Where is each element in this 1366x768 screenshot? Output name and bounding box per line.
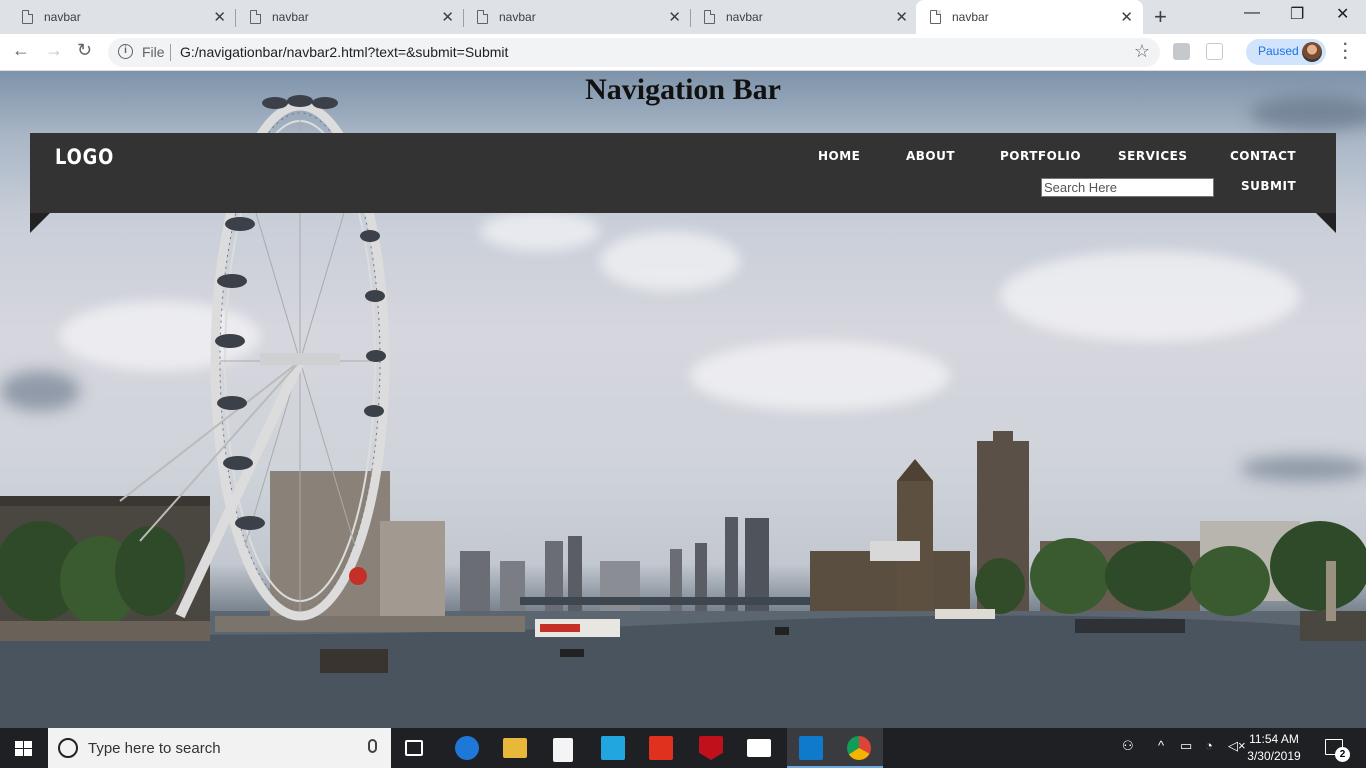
document-icon bbox=[704, 10, 715, 24]
browser-tab-strip: navbar ✕ navbar ✕ navbar ✕ navbar ✕ navb… bbox=[0, 0, 1366, 34]
task-view-icon[interactable] bbox=[405, 740, 423, 756]
info-icon[interactable]: i bbox=[118, 44, 133, 59]
omnibox-divider bbox=[170, 44, 171, 61]
wifi-icon[interactable]: ◔ bbox=[1205, 738, 1213, 753]
file-explorer-icon[interactable] bbox=[503, 738, 527, 758]
tab-title: navbar bbox=[726, 10, 763, 24]
url-text[interactable]: G:/navigationbar/navbar2.html?text=&subm… bbox=[180, 44, 508, 60]
speaker-muted-icon[interactable]: ◁× bbox=[1228, 738, 1246, 754]
navbar: LOGO HOME ABOUT PORTFOLIO SERVICES CONTA… bbox=[30, 133, 1336, 213]
people-icon[interactable]: ⚇ bbox=[1122, 738, 1134, 754]
reload-button[interactable]: ↻ bbox=[77, 40, 92, 61]
document-icon bbox=[250, 10, 261, 24]
tab-title: navbar bbox=[44, 10, 81, 24]
app-red-icon[interactable] bbox=[649, 736, 673, 760]
nav-link-about[interactable]: ABOUT bbox=[906, 149, 955, 163]
browser-tab[interactable]: navbar ✕ bbox=[682, 0, 918, 34]
scheme-label: File bbox=[142, 44, 165, 60]
chrome-icon[interactable] bbox=[847, 736, 871, 760]
close-window-button[interactable]: ✕ bbox=[1336, 4, 1349, 24]
restore-button[interactable]: ❐ bbox=[1290, 4, 1304, 24]
edge-browser-icon[interactable] bbox=[455, 736, 479, 760]
search-input[interactable] bbox=[1041, 178, 1214, 197]
store-icon[interactable] bbox=[553, 738, 573, 762]
nav-link-home[interactable]: HOME bbox=[818, 149, 860, 163]
tab-title: navbar bbox=[499, 10, 536, 24]
chevron-up-icon[interactable]: ^ bbox=[1158, 738, 1164, 753]
mcafee-icon[interactable] bbox=[699, 736, 723, 760]
kebab-menu-icon[interactable]: · · · bbox=[1343, 37, 1348, 67]
tab-close-icon[interactable]: ✕ bbox=[1120, 8, 1133, 26]
nav-link-portfolio[interactable]: PORTFOLIO bbox=[1000, 149, 1081, 163]
mail-icon[interactable] bbox=[747, 739, 771, 757]
submit-button[interactable]: SUBMIT bbox=[1241, 179, 1296, 193]
profile-button[interactable]: Paused bbox=[1246, 39, 1326, 65]
logo[interactable]: LOGO bbox=[55, 145, 114, 169]
tab-close-icon[interactable]: ✕ bbox=[213, 8, 226, 26]
nav-link-services[interactable]: SERVICES bbox=[1118, 149, 1187, 163]
tab-close-icon[interactable]: ✕ bbox=[668, 8, 681, 26]
back-button[interactable]: ← bbox=[12, 40, 30, 61]
extension-icon[interactable] bbox=[1173, 43, 1190, 60]
navbar-ribbon-fold-right bbox=[1316, 213, 1336, 233]
navbar-ribbon-fold-left bbox=[30, 213, 50, 233]
browser-tab[interactable]: navbar ✕ bbox=[228, 0, 464, 34]
tab-close-icon[interactable]: ✕ bbox=[895, 8, 908, 26]
windows-start-icon[interactable] bbox=[15, 741, 32, 756]
document-icon bbox=[477, 10, 488, 24]
profile-status-label: Paused bbox=[1258, 44, 1299, 58]
browser-tab[interactable]: navbar ✕ bbox=[455, 0, 691, 34]
app-l-icon[interactable] bbox=[601, 736, 625, 760]
document-icon bbox=[22, 10, 33, 24]
notification-count-badge: 2 bbox=[1335, 747, 1350, 762]
windows-taskbar: Type here to search ⚇ ^ ▭ ◔ ◁× 11:54 AM … bbox=[0, 728, 1366, 768]
extension-icon[interactable] bbox=[1206, 43, 1223, 60]
browser-tab-active[interactable]: navbar ✕ bbox=[916, 0, 1143, 34]
taskbar-search-placeholder: Type here to search bbox=[88, 740, 221, 757]
nav-link-contact[interactable]: CONTACT bbox=[1230, 149, 1296, 163]
system-clock[interactable]: 11:54 AM 3/30/2019 bbox=[1244, 731, 1304, 765]
forward-button[interactable]: → bbox=[45, 40, 63, 61]
battery-icon[interactable]: ▭ bbox=[1180, 738, 1192, 754]
page-title: Navigation Bar bbox=[585, 73, 781, 106]
tab-close-icon[interactable]: ✕ bbox=[441, 8, 454, 26]
browser-tab[interactable]: navbar ✕ bbox=[0, 0, 236, 34]
minimize-button[interactable]: — bbox=[1244, 4, 1260, 22]
page-viewport: Navigation Bar LOGO HOME ABOUT PORTFOLIO… bbox=[0, 71, 1366, 728]
bookmark-star-icon[interactable]: ☆ bbox=[1134, 41, 1150, 62]
new-tab-button[interactable]: + bbox=[1154, 4, 1167, 30]
cortana-icon[interactable] bbox=[58, 738, 78, 758]
microphone-icon[interactable] bbox=[368, 739, 377, 753]
browser-toolbar: ← → ↻ i File G:/navigationbar/navbar2.ht… bbox=[0, 34, 1366, 71]
clock-time: 11:54 AM bbox=[1249, 732, 1299, 746]
tab-title: navbar bbox=[952, 10, 989, 24]
address-bar[interactable]: i File G:/navigationbar/navbar2.html?tex… bbox=[108, 38, 1160, 67]
taskbar-search-box[interactable]: Type here to search bbox=[48, 728, 391, 768]
tab-title: navbar bbox=[272, 10, 309, 24]
avatar bbox=[1302, 42, 1322, 62]
vscode-icon[interactable] bbox=[799, 736, 823, 760]
action-center-icon[interactable]: 2 bbox=[1325, 739, 1350, 762]
clock-date: 3/30/2019 bbox=[1247, 749, 1301, 763]
document-icon bbox=[930, 10, 941, 24]
